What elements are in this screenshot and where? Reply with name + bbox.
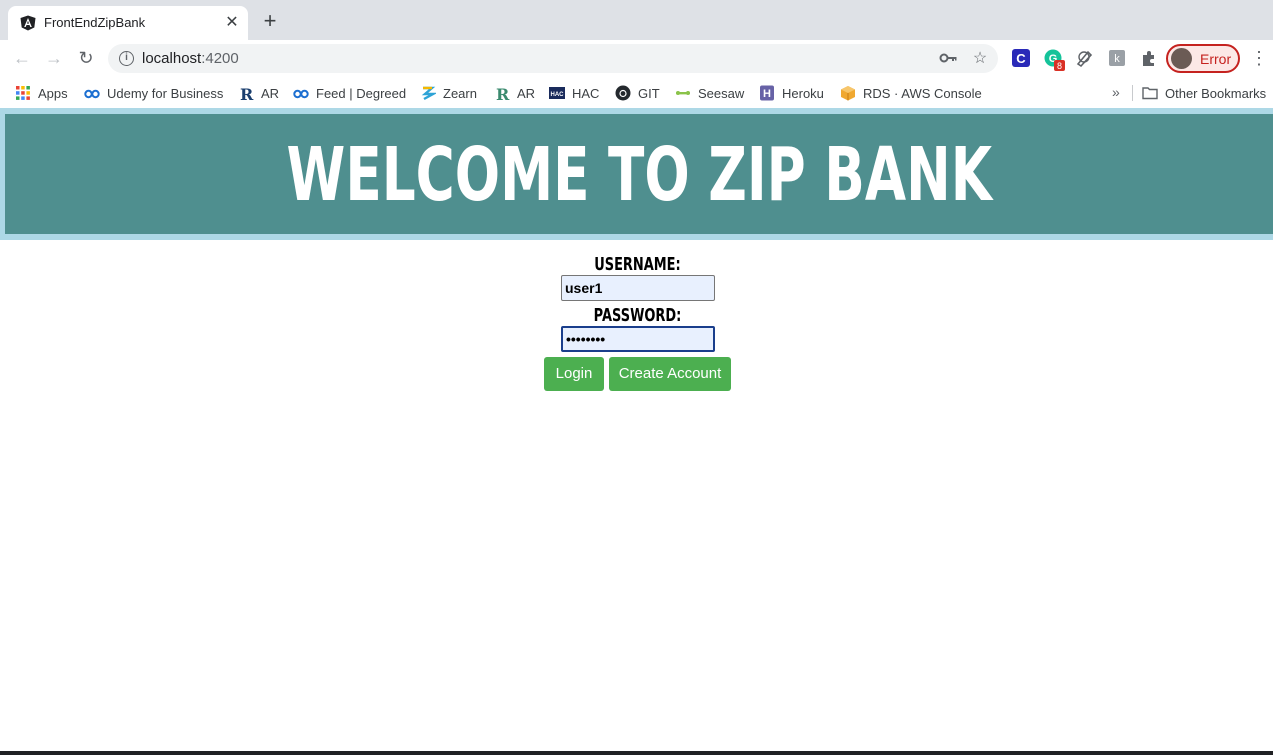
r-icon: R [240, 85, 254, 101]
profile-button[interactable]: Error [1166, 44, 1240, 73]
grammarly-icon[interactable]: G8 [1043, 48, 1065, 71]
svg-text:8: 8 [1057, 61, 1062, 71]
bookmark-aws-rds[interactable]: RDS · AWS Console [840, 83, 982, 103]
bookmark-label: Feed | Degreed [316, 85, 407, 101]
folder-icon [1142, 87, 1158, 100]
bookmark-label: AR [517, 85, 536, 101]
bookmark-label: GIT [638, 85, 660, 101]
key-icon[interactable] [938, 49, 958, 69]
create-account-button[interactable]: Create Account [609, 357, 731, 391]
bookmark-heroku[interactable]: H Heroku [759, 83, 824, 103]
hac-icon: HAC [549, 87, 565, 99]
bookmark-ar-2[interactable]: R AR [494, 83, 535, 103]
puzzle-icon[interactable] [1139, 48, 1159, 68]
svg-text:C: C [1016, 51, 1026, 66]
reload-icon[interactable]: ↻ [74, 46, 98, 70]
extension-gray-icon[interactable]: k [1107, 48, 1127, 68]
degreed-icon [293, 89, 309, 99]
aws-icon [841, 86, 855, 101]
seesaw-icon [676, 91, 690, 95]
username-label: USERNAME: [594, 254, 681, 275]
zearn-icon [421, 86, 436, 101]
extension-pen-icon[interactable] [1075, 48, 1095, 68]
extension-c-icon[interactable]: C [1011, 48, 1031, 68]
page-content: WELCOME TO ZIP BANK USERNAME: PASSWORD: … [0, 108, 1273, 755]
bookmark-label: Udemy for Business [107, 85, 224, 101]
bookmark-seesaw[interactable]: Seesaw [675, 83, 744, 103]
page-title: WELCOME TO ZIP BANK [286, 132, 993, 218]
profile-error-label: Error [1200, 51, 1232, 67]
star-icon[interactable]: ☆ [970, 49, 990, 69]
bookmarks-overflow-icon[interactable]: » [1112, 84, 1120, 100]
back-icon[interactable]: ← [10, 46, 34, 70]
svg-text:HAC: HAC [551, 92, 565, 98]
password-field[interactable] [561, 326, 715, 352]
url-text: localhost:4200 [142, 50, 239, 67]
tab-title: FrontEndZipBank [44, 15, 146, 30]
header-banner: WELCOME TO ZIP BANK [5, 114, 1273, 234]
other-bookmarks[interactable]: Other Bookmarks [1142, 83, 1266, 103]
heroku-icon: H [760, 85, 774, 101]
bookmark-udemy[interactable]: Udemy for Business [84, 83, 223, 103]
bookmark-label: Apps [38, 85, 68, 101]
login-button[interactable]: Login [544, 357, 604, 391]
window-bottom-edge [0, 751, 1273, 755]
bookmark-apps[interactable]: Apps [15, 83, 68, 103]
bookmarks-divider [1132, 85, 1133, 101]
close-tab-icon[interactable]: ✕ [222, 13, 242, 33]
svg-text:k: k [1114, 53, 1120, 65]
bookmark-degreed[interactable]: Feed | Degreed [293, 83, 406, 103]
browser-tab[interactable]: FrontEndZipBank ✕ [8, 6, 248, 40]
bookmark-label: Heroku [782, 85, 824, 101]
apps-grid-icon [16, 86, 30, 100]
banner-border: WELCOME TO ZIP BANK [0, 108, 1273, 240]
new-tab-icon[interactable]: + [258, 10, 282, 34]
svg-text:R: R [240, 85, 254, 101]
avatar [1171, 48, 1192, 69]
angular-icon [20, 15, 36, 31]
github-icon [615, 85, 631, 101]
password-label: PASSWORD: [593, 305, 682, 326]
browser-toolbar: ← → ↻ i localhost:4200 ☆ C G8 k Error ⋮ [0, 40, 1273, 77]
bookmark-git[interactable]: GIT [615, 83, 660, 103]
r-icon: R [496, 85, 510, 101]
address-bar[interactable]: i localhost:4200 ☆ [108, 44, 998, 73]
other-bookmarks-label: Other Bookmarks [1165, 85, 1267, 101]
bookmark-zearn[interactable]: Zearn [420, 83, 477, 103]
svg-text:R: R [496, 85, 510, 101]
bookmark-label: RDS · AWS Console [863, 85, 982, 101]
username-field[interactable] [561, 275, 715, 301]
bookmark-label: HAC [572, 85, 600, 101]
svg-text:H: H [763, 88, 771, 100]
more-menu-icon[interactable]: ⋮ [1250, 48, 1268, 68]
bookmarks-bar: Apps Udemy for Business R AR Feed | Degre… [0, 77, 1273, 108]
info-icon[interactable]: i [119, 51, 134, 66]
bookmark-hac[interactable]: HAC HAC [549, 83, 599, 103]
bookmark-label: Seesaw [698, 85, 745, 101]
forward-icon[interactable]: → [42, 46, 66, 70]
bookmark-label: Zearn [443, 85, 477, 101]
bookmark-ar-1[interactable]: R AR [238, 83, 279, 103]
bookmark-label: AR [261, 85, 280, 101]
udemy-icon [84, 89, 100, 99]
tab-strip: FrontEndZipBank ✕ + [0, 0, 1273, 40]
